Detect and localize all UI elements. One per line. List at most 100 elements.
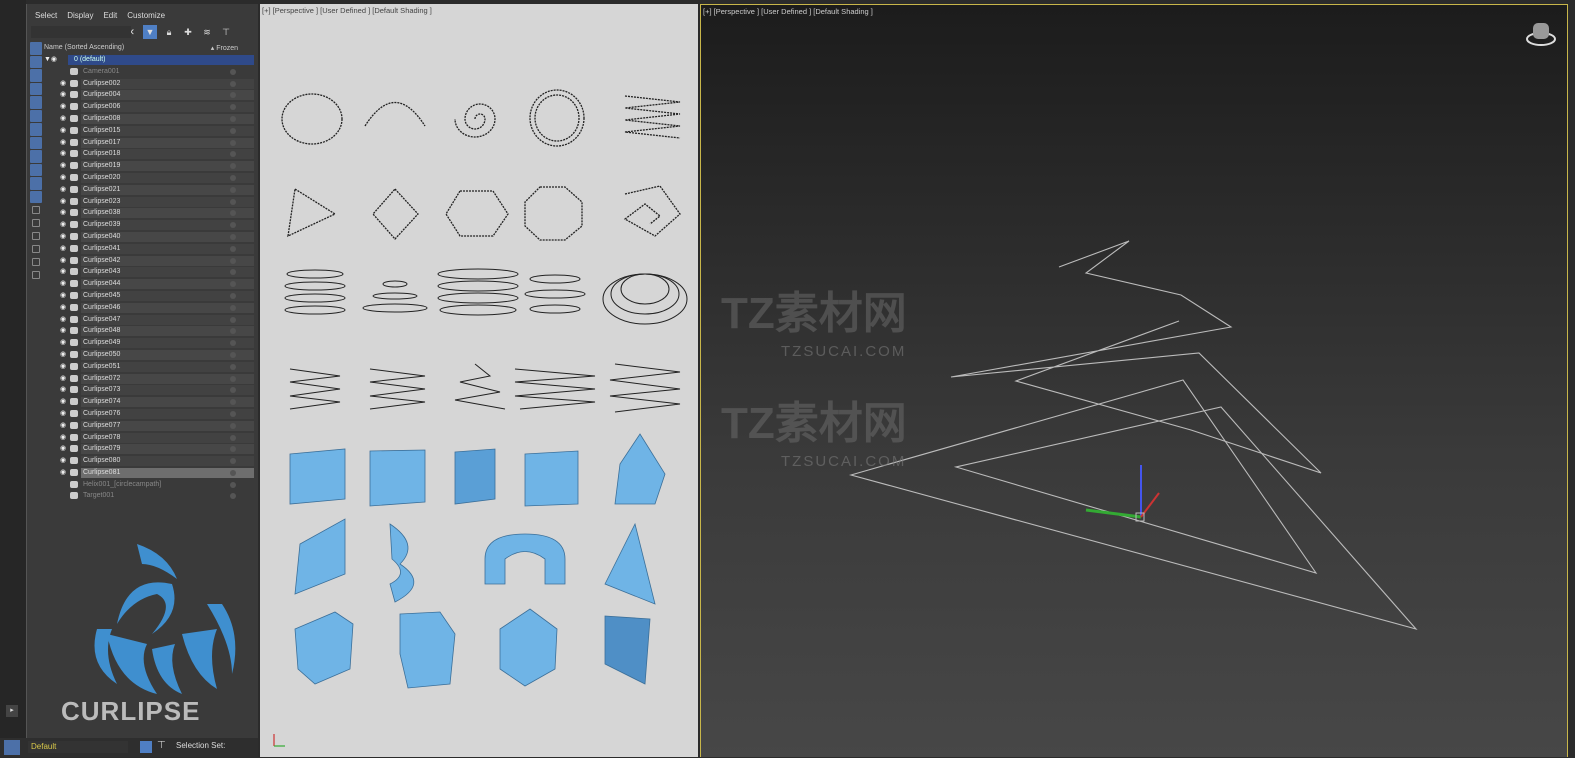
groups-filter-icon[interactable]	[30, 123, 42, 136]
freeze-toggle-icon[interactable]	[230, 174, 236, 181]
add-layer-icon[interactable]: ✚	[181, 25, 195, 39]
object-row[interactable]: ◉ Curlipse073	[44, 384, 254, 396]
visibility-eye-icon[interactable]: ◉	[60, 408, 66, 420]
freeze-toggle-icon[interactable]	[230, 198, 236, 205]
object-row[interactable]: ◉ Curlipse077	[44, 420, 254, 432]
visibility-eye-icon[interactable]: ◉	[60, 255, 66, 267]
freeze-toggle-icon[interactable]	[230, 375, 236, 382]
visibility-eye-icon[interactable]: ◉	[60, 78, 66, 90]
visibility-eye-icon[interactable]: ◉	[60, 172, 66, 184]
object-row[interactable]: ◉ Curlipse046	[44, 302, 254, 314]
visibility-eye-icon[interactable]: ◉	[60, 219, 66, 231]
spacewarps-filter-icon[interactable]	[30, 109, 42, 122]
object-row[interactable]: ◉ Curlipse015	[44, 125, 254, 137]
visibility-eye-icon[interactable]: ◉	[60, 290, 66, 302]
object-row[interactable]: ◉ Curlipse047	[44, 314, 254, 326]
freeze-toggle-icon[interactable]	[230, 481, 236, 488]
frozen-column-header[interactable]: ▴ Frozen	[211, 44, 238, 52]
visibility-eye-icon[interactable]: ◉	[60, 337, 66, 349]
visibility-eye-icon[interactable]: ◉	[60, 373, 66, 385]
selection-set-label[interactable]: Selection Set:	[176, 741, 225, 750]
object-row[interactable]: ◉ Curlipse072	[44, 373, 254, 385]
freeze-toggle-icon[interactable]	[230, 68, 236, 75]
containers-filter-icon[interactable]	[30, 163, 42, 176]
object-row[interactable]: ◉ Curlipse040	[44, 231, 254, 243]
viewport-right[interactable]: [+] [Perspective ] [User Defined ] [Defa…	[700, 4, 1568, 757]
object-row[interactable]: ◉ Curlipse002	[44, 78, 254, 90]
freeze-toggle-icon[interactable]	[230, 127, 236, 134]
visibility-eye-icon[interactable]: ◉	[60, 443, 66, 455]
layer-dropdown[interactable]: Default	[28, 741, 128, 753]
object-row[interactable]: ◉ Curlipse021	[44, 184, 254, 196]
object-row[interactable]: ◉ Curlipse019	[44, 160, 254, 172]
visibility-eye-icon[interactable]: ◉	[60, 349, 66, 361]
object-row[interactable]: ◉ Curlipse041	[44, 243, 254, 255]
menu-select[interactable]: Select	[35, 11, 57, 20]
object-row[interactable]: ◉ Curlipse020	[44, 172, 254, 184]
object-row[interactable]: ◉ Curlipse080	[44, 455, 254, 467]
visibility-eye-icon[interactable]: ◉	[60, 420, 66, 432]
freeze-toggle-icon[interactable]	[230, 304, 236, 311]
lock-icon[interactable]: 🔒︎	[162, 25, 176, 39]
visibility-eye-icon[interactable]: ◉	[60, 125, 66, 137]
visibility-eye-icon[interactable]: ◉	[60, 302, 66, 314]
object-row[interactable]: ◉ Curlipse018	[44, 148, 254, 160]
visibility-eye-icon[interactable]: ◉	[60, 314, 66, 326]
object-row[interactable]: ◉ Curlipse045	[44, 290, 254, 302]
menu-display[interactable]: Display	[67, 11, 93, 20]
visibility-eye-icon[interactable]: ◉	[60, 207, 66, 219]
play-icon[interactable]: ▸	[6, 705, 18, 717]
visibility-eye-icon[interactable]: ◉	[60, 113, 66, 125]
cameras-filter-icon[interactable]	[30, 82, 42, 95]
visibility-eye-icon[interactable]: ◉	[60, 148, 66, 160]
visibility-eye-icon[interactable]: ◉	[60, 196, 66, 208]
helpers-filter-icon[interactable]	[30, 96, 42, 109]
object-row[interactable]: ◉ Curlipse048	[44, 325, 254, 337]
object-row[interactable]: Camera001	[44, 66, 254, 78]
visibility-eye-icon[interactable]: ◉	[60, 160, 66, 172]
object-row[interactable]: ◉ Curlipse051	[44, 361, 254, 373]
object-row[interactable]: ◉ Curlipse038	[44, 207, 254, 219]
container-icon[interactable]	[32, 271, 40, 279]
geometry-filter-icon[interactable]	[30, 42, 42, 55]
layers-icon[interactable]: ≋	[200, 25, 214, 39]
shapes-filter-icon[interactable]	[30, 55, 42, 68]
frozen-filter-icon[interactable]	[30, 177, 42, 190]
visibility-eye-icon[interactable]: ◉	[60, 432, 66, 444]
layers-mode-icon[interactable]	[140, 741, 152, 753]
visibility-eye-icon[interactable]: ◉	[60, 101, 66, 113]
object-row[interactable]: ◉ Curlipse004	[44, 89, 254, 101]
visibility-eye-icon[interactable]: ◉	[60, 361, 66, 373]
menu-customize[interactable]: Customize	[127, 11, 165, 20]
viewport-left[interactable]: [+] [Perspective ] [User Defined ] [Defa…	[260, 4, 774, 757]
visibility-eye-icon[interactable]: ◉	[60, 266, 66, 278]
freeze-toggle-icon[interactable]	[230, 316, 236, 323]
object-row[interactable]: ◉ Curlipse039	[44, 219, 254, 231]
object-row[interactable]: ◉ Curlipse042	[44, 255, 254, 267]
freeze-toggle-icon[interactable]	[230, 422, 236, 429]
visibility-eye-icon[interactable]: ◉	[60, 455, 66, 467]
object-row[interactable]: Helix001_[circlecampath]	[44, 479, 254, 491]
visibility-eye-icon[interactable]: ◉	[60, 396, 66, 408]
filter-dropdown-icon[interactable]: ▼	[143, 25, 157, 39]
freeze-toggle-icon[interactable]	[230, 245, 236, 252]
invert-icon[interactable]	[32, 232, 40, 240]
funnel-icon[interactable]	[32, 258, 40, 266]
object-row[interactable]: ◉ Curlipse081	[44, 467, 254, 479]
object-row[interactable]: ◉ Curlipse044	[44, 278, 254, 290]
visibility-eye-icon[interactable]: ◉	[60, 231, 66, 243]
object-row[interactable]: ◉ Curlipse079	[44, 443, 254, 455]
object-row[interactable]: ◉ Curlipse043	[44, 266, 254, 278]
visibility-eye-icon[interactable]: ◉	[60, 89, 66, 101]
visibility-eye-icon[interactable]: ◉	[60, 325, 66, 337]
visibility-eye-icon[interactable]: ◉	[60, 384, 66, 396]
freeze-toggle-icon[interactable]	[230, 186, 236, 193]
freeze-toggle-icon[interactable]	[230, 257, 236, 264]
object-row[interactable]: ◉ Curlipse074	[44, 396, 254, 408]
visibility-eye-icon[interactable]: ◉	[60, 278, 66, 290]
layer-row-default[interactable]: ▼◉ 0 (default)	[44, 54, 254, 66]
freeze-toggle-icon[interactable]	[230, 351, 236, 358]
object-row[interactable]: ◉ Curlipse049	[44, 337, 254, 349]
object-row[interactable]: ◉ Curlipse023	[44, 196, 254, 208]
visibility-eye-icon[interactable]: ◉	[60, 243, 66, 255]
